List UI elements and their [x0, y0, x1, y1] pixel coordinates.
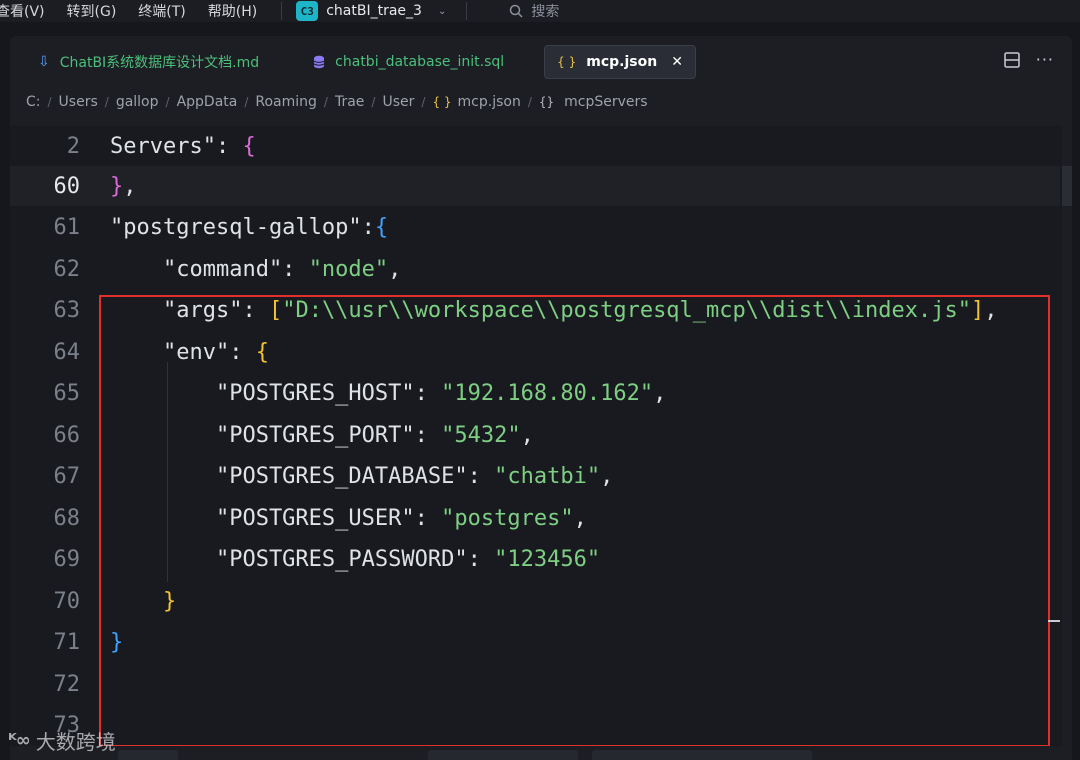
tab-label: mcp.json: [586, 54, 658, 70]
code-line-active: 60 },: [10, 166, 1060, 206]
markdown-download-icon: ⇩: [38, 54, 50, 70]
vertical-scrollbar[interactable]: [1062, 126, 1072, 746]
menu-divider: [466, 2, 468, 20]
line-text: Servers": {: [110, 133, 256, 159]
search-icon: [510, 4, 523, 18]
tab-sql-init[interactable]: chatbi_database_init.sql: [301, 45, 516, 79]
breadcrumb-file[interactable]: { } mcp.json: [432, 94, 520, 110]
json-braces-icon: { }: [432, 95, 452, 109]
line-number: 2: [66, 133, 80, 159]
tab-design-doc[interactable]: ⇩ ChatBI系统数据库设计文档.md: [26, 45, 271, 79]
line-number: 66: [53, 422, 81, 448]
tab-label: chatbi_database_init.sql: [335, 54, 505, 70]
watermark-logo: ᴷ∞: [8, 730, 31, 751]
line-number: 69: [53, 546, 81, 572]
scrollbar-thumb[interactable]: [1062, 166, 1072, 206]
breadcrumb-separator: /: [244, 95, 249, 109]
line-number: 64: [53, 339, 81, 365]
line-text: "command": "node",: [110, 256, 402, 282]
line-text: "postgresql-gallop":{: [110, 214, 389, 240]
breadcrumb-separator: /: [421, 95, 426, 109]
breadcrumb-separator: /: [527, 95, 532, 109]
code-editor[interactable]: 2 Servers": { 60 }, 61 "postgresql-gallo…: [10, 126, 1072, 747]
bottom-panel-tab[interactable]: [428, 750, 578, 760]
menu-bar: 查看(V) 转到(G) 终端(T) 帮助(H) C3 chatBI_trae_3…: [0, 0, 1080, 22]
line-number: 68: [53, 505, 81, 531]
breadcrumb-separator: /: [371, 95, 376, 109]
line-number: 60: [53, 173, 81, 199]
split-editor-icon[interactable]: [1003, 51, 1020, 68]
project-switcher[interactable]: C3 chatBI_trae_3 ⌄: [296, 1, 446, 21]
breadcrumb-file-label: mcp.json: [457, 94, 521, 110]
project-badge: C3: [296, 1, 319, 21]
line-number: 71: [53, 629, 81, 655]
json-braces-icon: { }: [557, 55, 577, 69]
breadcrumb: C: / Users / gallop / AppData / Roaming / Tra…: [26, 94, 648, 110]
bottom-panel-tab[interactable]: [592, 750, 812, 760]
line-number: 61: [53, 214, 81, 240]
line-number: 67: [53, 463, 81, 489]
line-number: 70: [53, 588, 81, 614]
code-line: 62 "command": "node",: [10, 249, 1072, 289]
highlight-box: [99, 295, 1050, 747]
more-actions-icon[interactable]: ···: [1036, 50, 1054, 69]
code-line: 61 "postgresql-gallop":{: [10, 207, 1072, 247]
bottom-panel-tab[interactable]: [118, 750, 178, 760]
line-number: 63: [53, 297, 81, 323]
breadcrumb-item[interactable]: User: [382, 94, 414, 110]
line-number: 72: [53, 671, 81, 697]
editor-frame: ⇩ ChatBI系统数据库设计文档.md chatbi_database_ini…: [10, 36, 1072, 760]
breadcrumb-separator: /: [47, 95, 52, 109]
menu-help[interactable]: 帮助(H): [208, 1, 257, 21]
object-braces-icon: {}: [538, 95, 555, 109]
breadcrumb-separator: /: [104, 95, 109, 109]
search-box[interactable]: 搜索: [509, 1, 559, 21]
breadcrumb-symbol-label: mcpServers: [564, 94, 648, 110]
line-number: 62: [53, 256, 81, 282]
breadcrumb-item[interactable]: Users: [59, 94, 98, 110]
tab-label: ChatBI系统数据库设计文档.md: [59, 55, 260, 71]
breadcrumb-item[interactable]: gallop: [116, 94, 159, 110]
menu-terminal[interactable]: 终端(T): [138, 1, 185, 21]
menu-goto[interactable]: 转到(G): [67, 1, 117, 21]
watermark: ᴷ∞ 大数跨境: [8, 726, 116, 755]
chevron-down-icon: ⌄: [437, 5, 447, 17]
breadcrumb-item[interactable]: Roaming: [255, 94, 317, 110]
search-label: 搜索: [531, 4, 560, 20]
breadcrumb-separator: /: [323, 95, 328, 109]
tab-bar: ⇩ ChatBI系统数据库设计文档.md chatbi_database_ini…: [10, 36, 1072, 88]
menu-view[interactable]: 查看(V): [0, 1, 45, 21]
code-line: 2 Servers": {: [10, 126, 1072, 166]
line-number: 65: [53, 380, 81, 406]
project-name: chatBI_trae_3: [326, 3, 422, 19]
cursor-marker: [1048, 620, 1060, 622]
watermark-text: 大数跨境: [35, 730, 116, 754]
breadcrumb-symbol[interactable]: {} mcpServers: [539, 94, 648, 110]
breadcrumb-item[interactable]: AppData: [177, 94, 238, 110]
line-text: },: [110, 173, 137, 199]
menu-divider: [281, 2, 283, 20]
tab-mcp-json[interactable]: { } mcp.json ✕: [544, 45, 696, 79]
tab-actions: ···: [1003, 50, 1054, 69]
close-icon[interactable]: ✕: [671, 54, 683, 70]
breadcrumb-item[interactable]: Trae: [335, 94, 364, 110]
breadcrumb-item[interactable]: C:: [26, 94, 41, 110]
breadcrumb-separator: /: [165, 95, 170, 109]
database-icon: [313, 55, 325, 69]
